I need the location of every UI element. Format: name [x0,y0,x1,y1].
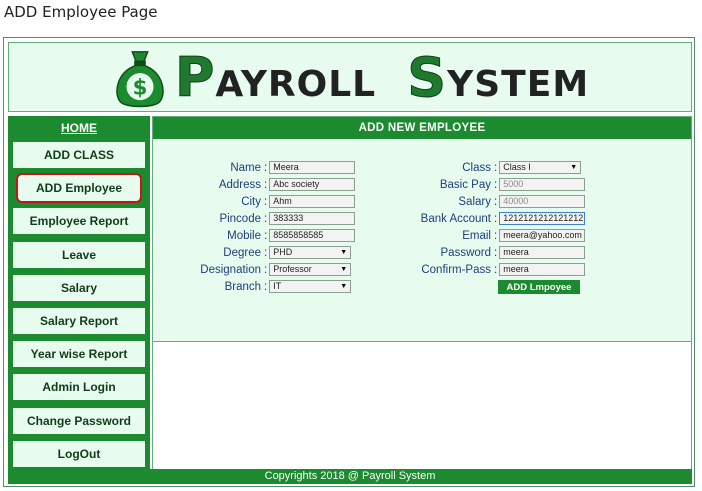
degree-label: Degree [223,246,261,259]
basic-pay-label: Basic Pay [439,178,491,191]
branch-select-value: IT [273,281,282,291]
home-link[interactable]: HOME [11,118,147,138]
employee-form: Name: Meera Address: Abc society City: A… [153,139,691,342]
form-left-column: Name: Meera Address: Abc society City: A… [153,159,403,295]
salary-input[interactable]: 40000 [499,195,586,208]
form-row-name: Name: Meera [153,159,403,176]
pincode-label: Pincode [219,212,261,225]
chevron-down-icon: ▼ [340,266,348,273]
main-panel: ADD NEW EMPLOYEE Name: Meera Address: Ab… [152,116,692,473]
password-label: Password [440,246,492,259]
chevron-down-icon: ▼ [570,164,578,171]
form-row-degree: Degree: PHD ▼ [153,244,403,261]
designation-label: Designation [200,263,261,276]
logo-letter-s: S [407,45,448,109]
email-label: Email [462,229,491,242]
designation-select[interactable]: Professor ▼ [269,263,352,276]
form-row-pincode: Pincode: 383333 [153,210,403,227]
form-row-salary: Salary: 40000 [378,193,693,210]
bank-account-input[interactable]: 1212121212121212 [499,212,586,225]
add-employee-button[interactable]: ADD Lmpoyee [498,280,580,294]
form-row-mobile: Mobile: 8585858585 [153,227,403,244]
money-bag-icon: $ [116,51,164,108]
city-input[interactable]: Ahm [269,195,356,208]
form-row-email: Email: meera@yahoo.com [378,227,693,244]
header-banner: $ PAYROLL SYSTEM [8,42,692,112]
chevron-down-icon: ▼ [340,283,348,290]
chevron-down-icon: ▼ [340,249,348,256]
logo-word-ystem: YSTEM [447,63,590,105]
email-input[interactable]: meera@yahoo.com [499,229,586,242]
page-caption: ADD Employee Page [4,3,158,21]
form-row-city: City: Ahm [153,193,403,210]
nav-salary-report[interactable]: Salary Report [11,305,147,336]
nav-year-wise-report[interactable]: Year wise Report [11,339,147,370]
name-label: Name [230,161,261,174]
mobile-label: Mobile [227,229,261,242]
form-right-column: Class: Class I ▼ Basic Pay: 5000 Salary: … [378,159,693,295]
address-label: Address [218,178,261,191]
pincode-input[interactable]: 383333 [269,212,356,225]
class-select-value: Class I [503,162,531,172]
salary-label: Salary [458,195,491,208]
app-frame: $ PAYROLL SYSTEM HOME ADD CLASS ADD Empl… [3,37,695,487]
sidebar: HOME ADD CLASS ADD Employee Employee Rep… [8,116,150,473]
form-row-bank-account: Bank Account: 1212121212121212 [378,210,693,227]
nav-leave[interactable]: Leave [11,239,147,270]
branch-select[interactable]: IT ▼ [269,280,352,293]
name-input[interactable]: Meera [269,161,356,174]
mobile-input[interactable]: 8585858585 [269,229,356,242]
footer-copyright: Copyrights 2018 @ Payroll System [8,469,692,484]
password-input[interactable]: meera [499,246,586,259]
nav-add-class[interactable]: ADD CLASS [11,140,147,170]
form-row-submit: ADD Lmpoyee [378,278,693,295]
logo: $ PAYROLL SYSTEM [111,45,590,109]
bank-account-label: Bank Account [420,212,491,225]
designation-select-value: Professor [273,264,312,274]
confirm-pass-input[interactable]: meera [499,263,586,276]
form-row-class: Class: Class I ▼ [378,159,693,176]
nav-salary[interactable]: Salary [11,272,147,303]
logo-letter-p: P [174,45,216,109]
nav-employee-report[interactable]: Employee Report [11,206,147,237]
degree-select-value: PHD [273,247,293,257]
nav-add-employee[interactable]: ADD Employee [16,173,142,204]
form-row-designation: Designation: Professor ▼ [153,261,403,278]
degree-select[interactable]: PHD ▼ [269,246,352,259]
form-row-confirm-pass: Confirm-Pass: meera [378,261,693,278]
form-row-password: Password: meera [378,244,693,261]
nav-logout[interactable]: LogOut [11,438,147,469]
address-input[interactable]: Abc society [269,178,356,191]
logo-word-ayroll: AYROLL [215,63,377,105]
confirm-pass-label: Confirm-Pass [421,263,491,276]
class-label: Class [462,161,491,174]
form-row-basic-pay: Basic Pay: 5000 [378,176,693,193]
page-title: ADD NEW EMPLOYEE [153,117,691,139]
svg-text:$: $ [132,75,147,100]
branch-label: Branch [224,280,261,293]
nav-change-password[interactable]: Change Password [11,405,147,436]
form-row-address: Address: Abc society [153,176,403,193]
city-label: City [241,195,261,208]
nav-admin-login[interactable]: Admin Login [11,372,147,403]
basic-pay-input[interactable]: 5000 [499,178,586,191]
form-row-branch: Branch: IT ▼ [153,278,403,295]
class-select[interactable]: Class I ▼ [499,161,582,174]
